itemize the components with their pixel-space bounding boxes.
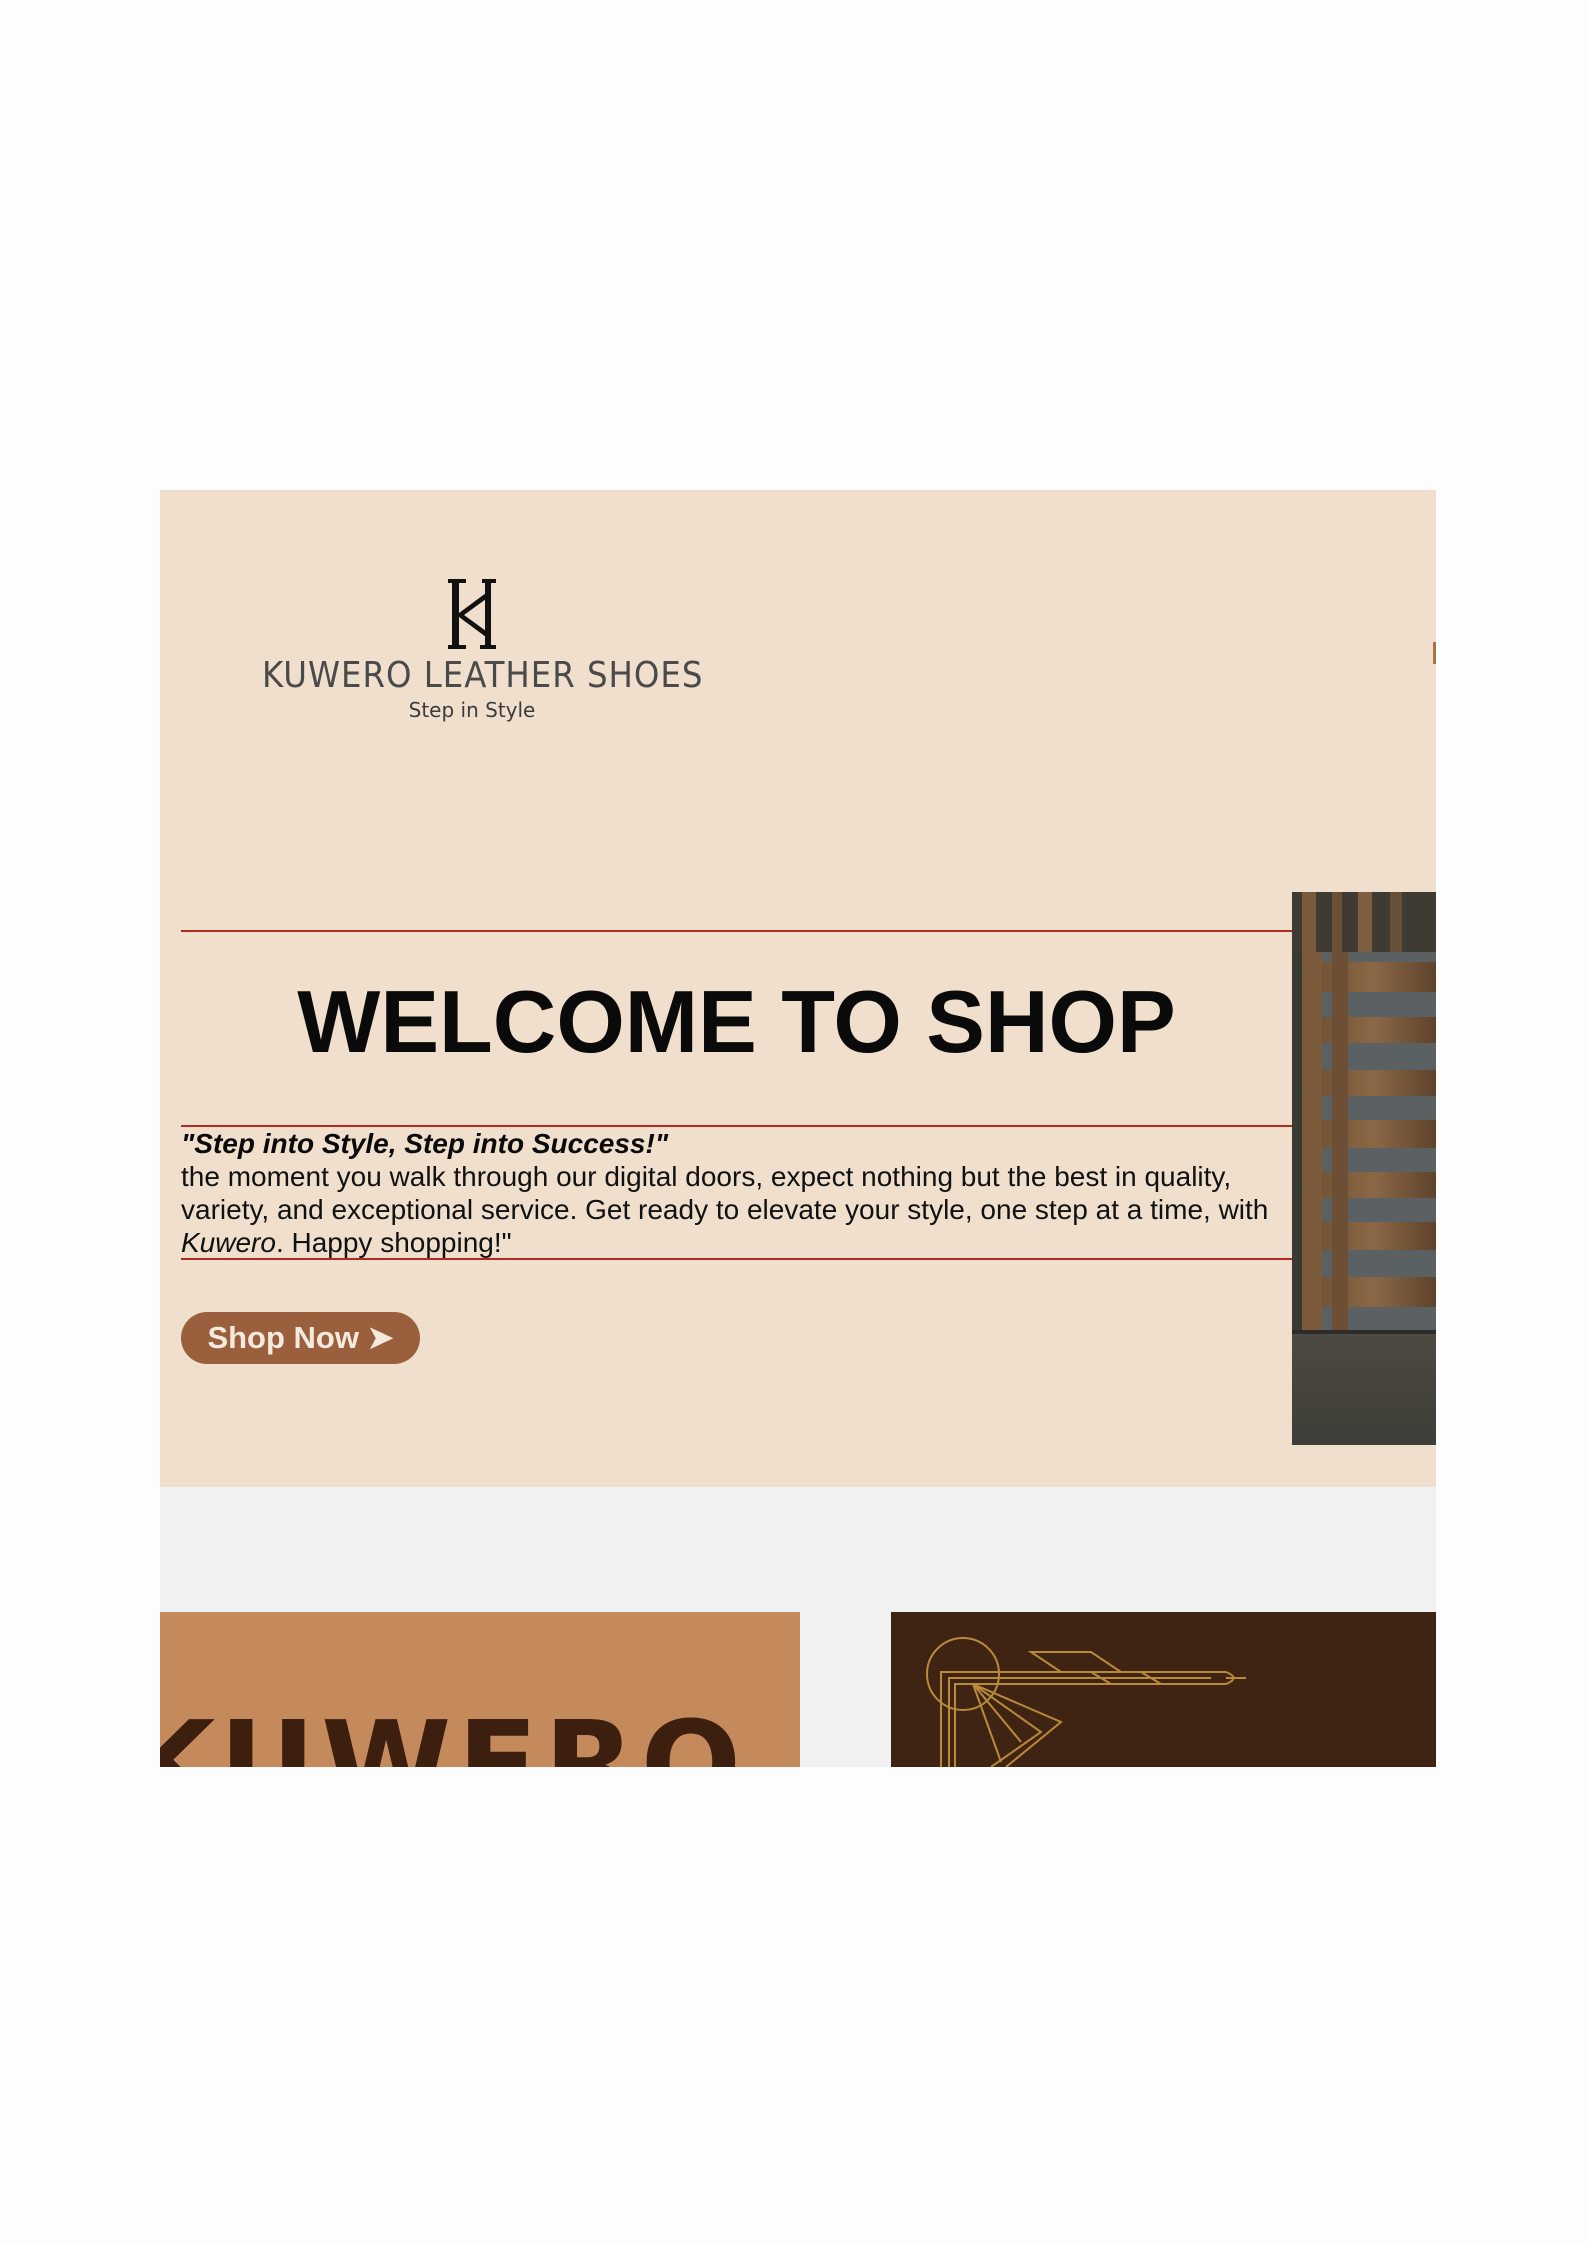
divider-bottom <box>181 1258 1292 1260</box>
shop-now-button[interactable]: Shop Now ➤ <box>181 1312 420 1364</box>
hero-section: KUWERO LEATHER SHOES Step in Style WELCO… <box>160 490 1436 1487</box>
page-frame: KUWERO LEATHER SHOES Step in Style WELCO… <box>160 490 1436 1767</box>
promo-card-decor[interactable] <box>891 1612 1436 1767</box>
intro-paragraph: "Step into Style, Step into Success!" th… <box>181 1127 1292 1259</box>
intro-brand-name: Kuwero <box>181 1227 276 1258</box>
brand-name: KUWERO LEATHER SHOES <box>262 655 704 696</box>
intro-text-part1: the moment you walk through our digital … <box>181 1161 1269 1225</box>
divider-top <box>181 930 1292 932</box>
promo-card-brand-text: KUWERO <box>160 1695 748 1767</box>
slogan-text: "Step into Style, Step into Success!" <box>181 1128 669 1159</box>
hero-wood-crate-image <box>1292 892 1436 1445</box>
brand-logo[interactable]: KUWERO LEATHER SHOES Step in Style <box>262 575 704 722</box>
brand-tagline: Step in Style <box>408 698 536 722</box>
page-title: WELCOME TO SHOP <box>297 972 1176 1071</box>
nav-edge-indicator <box>1433 642 1436 664</box>
monogram-k-icon <box>448 579 496 649</box>
art-deco-ornament-icon <box>926 1637 1246 1767</box>
promo-card-brand[interactable]: KUWERO <box>160 1612 800 1767</box>
intro-text-part2: . Happy shopping!" <box>275 1227 512 1258</box>
